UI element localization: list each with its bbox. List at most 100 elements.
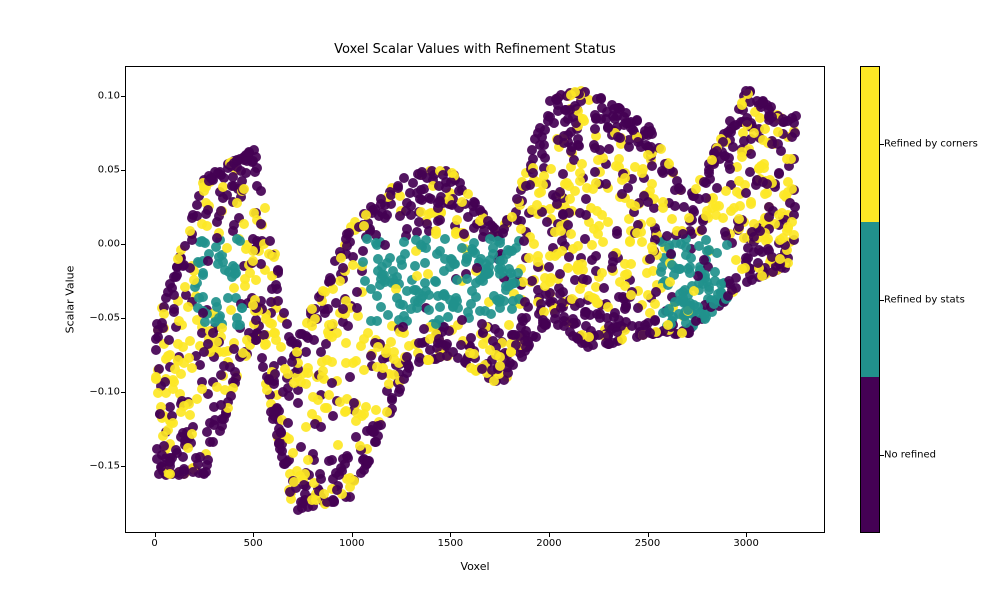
scatter-point — [566, 229, 576, 239]
scatter-point — [424, 305, 434, 315]
scatter-point — [156, 462, 166, 472]
scatter-point — [541, 318, 551, 328]
scatter-point — [319, 489, 329, 499]
scatter-point — [734, 176, 744, 186]
scatter-point — [316, 474, 326, 484]
scatter-point — [164, 335, 174, 345]
scatter-point — [332, 485, 342, 495]
scatter-point — [521, 313, 531, 323]
scatter-point — [721, 186, 731, 196]
scatter-point — [650, 299, 660, 309]
scatter-point — [173, 339, 183, 349]
scatter-point — [678, 229, 688, 239]
scatter-point — [647, 161, 657, 171]
scatter-point — [232, 320, 242, 330]
scatter-point — [327, 378, 337, 388]
scatter-point — [386, 337, 396, 347]
scatter-point — [178, 452, 188, 462]
scatter-point — [704, 245, 714, 255]
scatter-point — [424, 209, 434, 219]
scatter-point — [564, 252, 574, 262]
scatter-point — [336, 253, 346, 263]
scatter-point — [393, 183, 403, 193]
scatter-point — [432, 249, 442, 259]
scatter-point — [609, 312, 619, 322]
scatter-point — [452, 275, 462, 285]
scatter-point — [663, 320, 673, 330]
scatter-point — [787, 217, 797, 227]
scatter-point — [694, 241, 704, 251]
scatter-point — [355, 441, 365, 451]
scatter-point — [389, 347, 399, 357]
scatter-point — [252, 163, 262, 173]
scatter-point — [232, 234, 242, 244]
scatter-point — [753, 258, 763, 268]
scatter-point — [198, 237, 208, 247]
scatter-point — [507, 304, 517, 314]
scatter-point — [285, 487, 295, 497]
scatter-point — [603, 122, 613, 132]
scatter-point — [643, 150, 653, 160]
scatter-point — [720, 227, 730, 237]
scatter-point — [645, 328, 655, 338]
scatter-point — [742, 117, 752, 127]
scatter-point — [270, 328, 280, 338]
scatter-point — [158, 431, 168, 441]
scatter-point — [366, 284, 376, 294]
scatter-point — [248, 256, 258, 266]
y-tick-mark — [121, 318, 125, 319]
scatter-point — [577, 259, 587, 269]
scatter-point — [769, 117, 779, 127]
scatter-point — [335, 397, 345, 407]
scatter-point — [578, 274, 588, 284]
scatter-point — [232, 155, 242, 165]
scatter-point — [575, 176, 585, 186]
scatter-point — [607, 263, 617, 273]
scatter-point — [590, 167, 600, 177]
scatter-point — [197, 219, 207, 229]
scatter-point — [684, 213, 694, 223]
scatter-point — [466, 363, 476, 373]
scatter-point — [575, 298, 585, 308]
scatter-point — [352, 287, 362, 297]
colorbar-segment-high — [861, 67, 879, 222]
scatter-point — [478, 328, 488, 338]
scatter-point — [303, 455, 313, 465]
scatter-point — [229, 283, 239, 293]
scatter-point — [620, 173, 630, 183]
scatter-point — [216, 206, 226, 216]
scatter-point — [568, 318, 578, 328]
scatter-point — [741, 253, 751, 263]
scatter-point — [466, 333, 476, 343]
scatter-point — [540, 153, 550, 163]
scatter-point — [342, 241, 352, 251]
scatter-point — [189, 275, 199, 285]
scatter-point — [608, 251, 618, 261]
scatter-point — [399, 311, 409, 321]
scatter-point — [774, 169, 784, 179]
scatter-point — [757, 247, 767, 257]
scatter-point — [567, 142, 577, 152]
scatter-point — [521, 181, 531, 191]
scatter-point — [613, 132, 623, 142]
scatter-point — [163, 287, 173, 297]
scatter-point — [749, 232, 759, 242]
scatter-point — [603, 217, 613, 227]
scatter-point — [575, 284, 585, 294]
scatter-point — [760, 124, 770, 134]
scatter-point — [564, 208, 574, 218]
scatter-point — [239, 219, 249, 229]
scatter-point — [296, 497, 306, 507]
scatter-point — [257, 353, 267, 363]
scatter-point — [527, 205, 537, 215]
scatter-point — [512, 194, 522, 204]
scatter-point — [216, 400, 226, 410]
scatter-point — [194, 293, 204, 303]
scatter-point — [392, 293, 402, 303]
scatter-point — [741, 188, 751, 198]
scatter-point — [538, 180, 548, 190]
colorbar-segment-mid — [861, 222, 879, 377]
scatter-point — [341, 358, 351, 368]
scatter-point — [169, 304, 179, 314]
scatter-point — [358, 257, 368, 267]
